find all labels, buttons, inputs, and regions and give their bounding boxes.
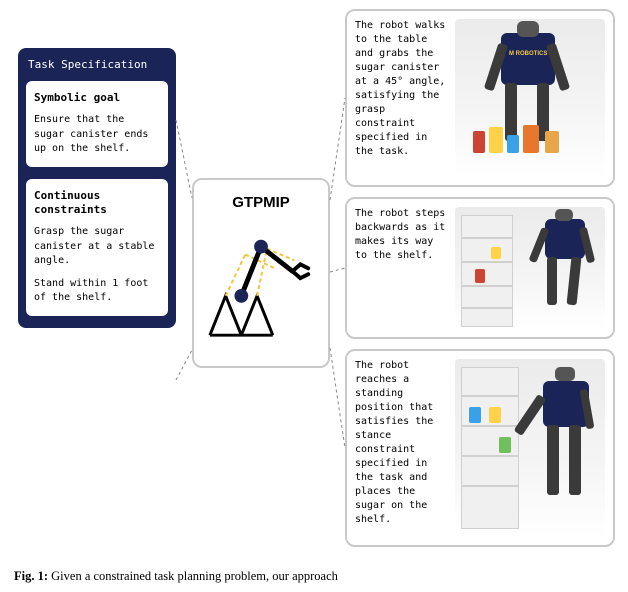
continuous-constraints-card: Continuous constraints Grasp the sugar c… xyxy=(26,179,168,316)
step-1-card: The robot walks to the table and grabs t… xyxy=(345,9,615,187)
step-3-card: The robot reaches a standing position th… xyxy=(345,349,615,547)
continuous-constraints-text-1: Grasp the sugar canister at a stable ang… xyxy=(34,225,160,269)
symbolic-goal-title: Symbolic goal xyxy=(34,91,160,105)
step-2-image xyxy=(455,207,605,329)
continuous-constraints-text-2: Stand within 1 foot of the shelf. xyxy=(34,277,160,306)
figure-label: Fig. 1: xyxy=(14,569,48,583)
gtpmip-card: GTPMIP xyxy=(192,178,330,368)
robot-badge-text: M ROBOTICS xyxy=(509,51,547,57)
figure-caption: Fig. 1: Given a constrained task plannin… xyxy=(14,569,614,584)
symbolic-goal-card: Symbolic goal Ensure that the sugar cani… xyxy=(26,81,168,167)
step-1-image: M ROBOTICS xyxy=(455,19,605,177)
figure-caption-text: Given a constrained task planning proble… xyxy=(48,569,338,583)
right-column: The robot walks to the table and grabs t… xyxy=(345,9,615,557)
step-3-text: The robot reaches a standing position th… xyxy=(355,359,447,537)
step-2-text: The robot steps backwards as it makes it… xyxy=(355,207,447,329)
symbolic-goal-text: Ensure that the sugar canister ends up o… xyxy=(34,113,160,157)
gtpmip-title: GTPMIP xyxy=(194,194,328,211)
task-specification-panel: Task Specification Symbolic goal Ensure … xyxy=(18,48,176,328)
step-1-text: The robot walks to the table and grabs t… xyxy=(355,19,447,177)
step-3-image xyxy=(455,359,605,537)
step-2-card: The robot steps backwards as it makes it… xyxy=(345,197,615,339)
task-spec-title: Task Specification xyxy=(26,58,168,71)
continuous-constraints-title: Continuous constraints xyxy=(34,189,160,218)
robot-arm-icon xyxy=(202,221,320,351)
